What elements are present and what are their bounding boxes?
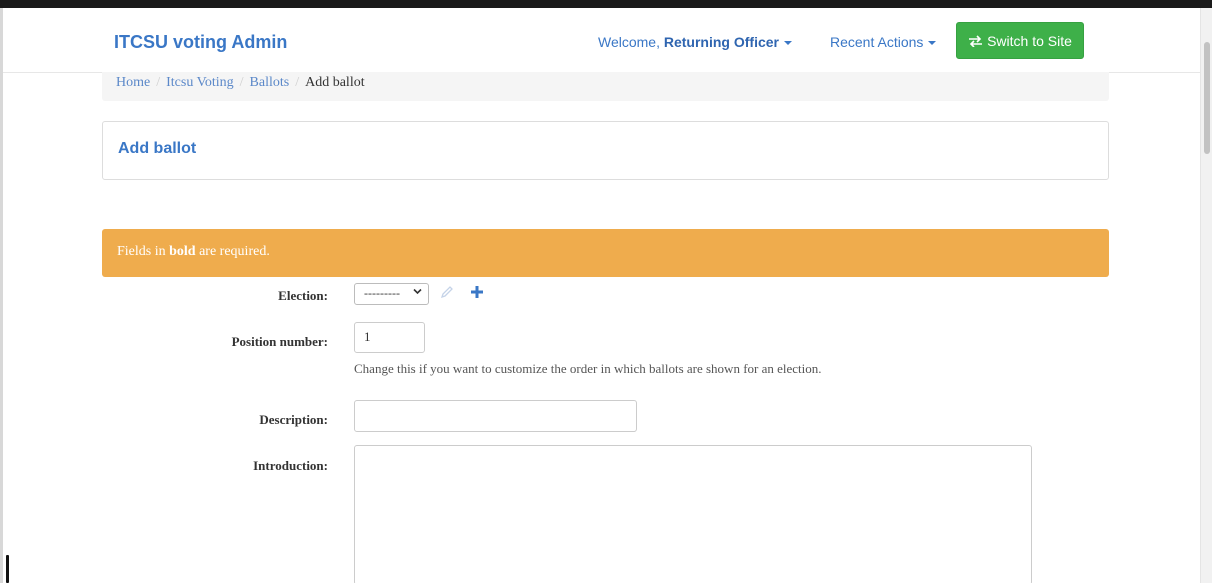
swap-arrows-icon xyxy=(969,34,983,47)
breadcrumb-itcsu-voting[interactable]: Itcsu Voting xyxy=(166,75,234,90)
alert-bold-word: bold xyxy=(169,244,196,259)
navbar: ITCSU voting Admin Welcome, Returning Of… xyxy=(3,8,1200,73)
alert-prefix: Fields in xyxy=(117,244,166,259)
breadcrumb-ballots[interactable]: Ballots xyxy=(250,75,290,90)
page-title-panel: Add ballot xyxy=(102,121,1109,180)
breadcrumb-current: Add ballot xyxy=(305,75,365,90)
position-number-label: Position number: xyxy=(231,334,328,349)
position-number-input[interactable]: 1 xyxy=(354,322,425,353)
breadcrumb-separator: / xyxy=(295,75,300,90)
description-input[interactable] xyxy=(354,400,637,432)
switch-to-site-button[interactable]: Switch to Site xyxy=(956,22,1084,59)
recent-actions-menu[interactable]: Recent Actions xyxy=(830,34,937,50)
caret-down-icon xyxy=(928,41,937,46)
alert-suffix: are required. xyxy=(199,244,270,259)
chevron-down-icon xyxy=(413,288,422,295)
breadcrumb: Home / Itcsu Voting / Ballots / Add ballot xyxy=(102,72,1109,101)
description-label: Description: xyxy=(259,412,328,427)
election-select[interactable]: --------- xyxy=(354,283,429,305)
welcome-prefix: Welcome, xyxy=(598,34,660,50)
pencil-icon[interactable] xyxy=(440,285,454,299)
window-left-edge xyxy=(0,8,3,583)
brand-link[interactable]: ITCSU voting Admin xyxy=(114,32,287,53)
election-label: Election: xyxy=(278,288,328,303)
introduction-textarea[interactable] xyxy=(354,445,1032,583)
switch-to-site-label: Switch to Site xyxy=(987,32,1072,49)
scrollbar-thumb[interactable] xyxy=(1204,42,1210,154)
breadcrumb-separator: / xyxy=(156,75,161,90)
window-top-border xyxy=(0,0,1212,8)
user-name: Returning Officer xyxy=(663,34,779,50)
plus-icon[interactable] xyxy=(470,285,484,299)
position-number-help: Change this if you want to customize the… xyxy=(354,361,822,376)
vertical-scrollbar[interactable] xyxy=(1200,8,1212,583)
recent-actions-label: Recent Actions xyxy=(830,34,924,50)
caret-down-icon xyxy=(784,41,792,46)
page-title: Add ballot xyxy=(118,140,197,157)
required-fields-alert: Fields in bold are required. xyxy=(102,229,1109,277)
user-menu[interactable]: Welcome, Returning Officer xyxy=(598,34,792,50)
window-edge-marker xyxy=(6,555,9,583)
introduction-label: Introduction: xyxy=(253,458,328,473)
breadcrumb-home[interactable]: Home xyxy=(116,75,150,90)
breadcrumb-separator: / xyxy=(239,75,244,90)
election-selected-value: --------- xyxy=(364,286,400,300)
